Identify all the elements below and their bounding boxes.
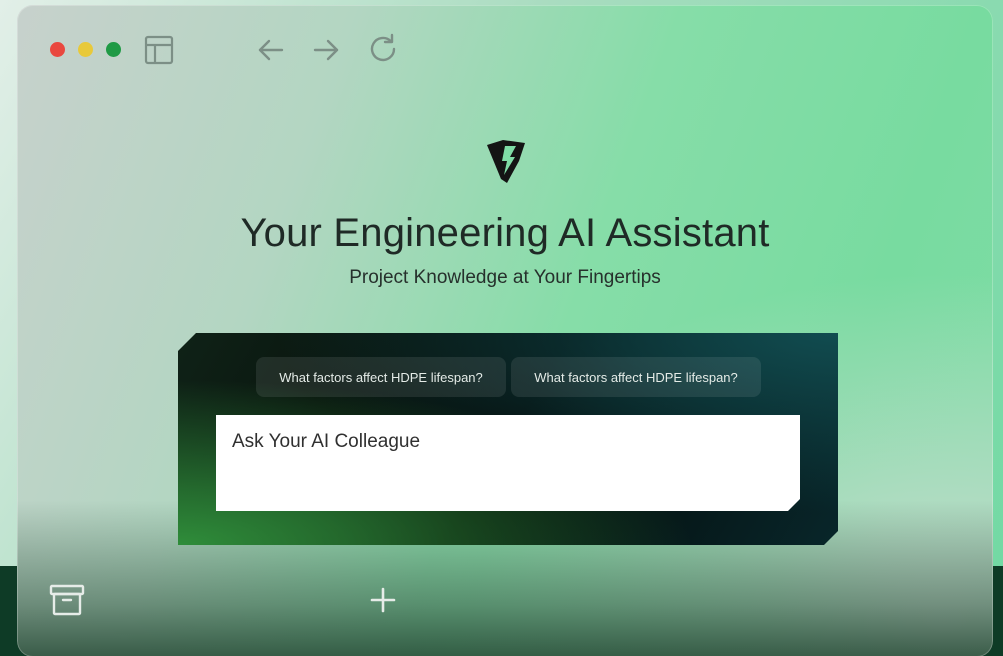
archive-button[interactable] [45, 578, 89, 622]
plus-icon [370, 587, 396, 613]
sidebar-toggle-button[interactable] [141, 32, 177, 68]
suggestion-chip-1[interactable]: What factors affect HDPE lifespan? [256, 357, 506, 397]
chat-input-container [216, 415, 800, 511]
close-window-button[interactable] [50, 42, 65, 57]
minimize-window-button[interactable] [78, 42, 93, 57]
chat-panel: What factors affect HDPE lifespan? What … [178, 333, 838, 545]
back-button[interactable] [253, 32, 289, 68]
forward-arrow-icon [313, 39, 339, 61]
suggestion-chip-2[interactable]: What factors affect HDPE lifespan? [511, 357, 761, 397]
reload-icon [370, 33, 396, 62]
title-bar [17, 5, 993, 95]
app-window: Your Engineering AI Assistant Project Kn… [17, 5, 993, 656]
brand-logo [485, 139, 527, 185]
maximize-window-button[interactable] [106, 42, 121, 57]
new-chat-button[interactable] [366, 583, 400, 617]
forward-button[interactable] [308, 32, 344, 68]
reload-button[interactable] [364, 30, 402, 68]
page-title: Your Engineering AI Assistant [240, 211, 770, 255]
sidebar-layout-icon [144, 35, 174, 65]
lightning-shield-logo [487, 140, 525, 183]
back-arrow-icon [258, 39, 284, 61]
page-subtitle: Project Knowledge at Your Fingertips [349, 267, 661, 288]
chat-input[interactable] [216, 415, 800, 511]
archive-icon [49, 584, 85, 616]
